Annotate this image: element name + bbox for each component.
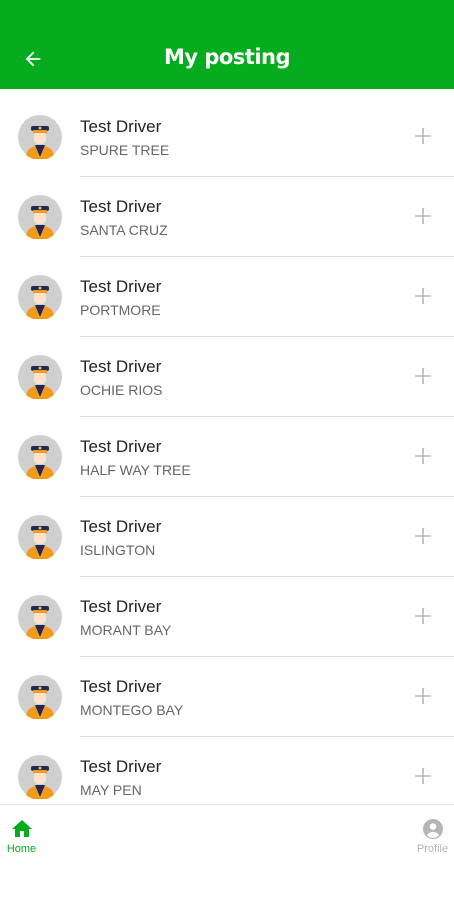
nav-profile-label: Profile: [416, 843, 449, 855]
plus-icon[interactable]: [414, 767, 432, 785]
plus-icon[interactable]: [414, 687, 432, 705]
driver-avatar-icon: [18, 355, 62, 399]
list-item[interactable]: Test Driver MONTEGO BAY: [0, 657, 454, 737]
location-label: MAY PEN: [80, 782, 142, 798]
driver-name: Test Driver: [80, 517, 162, 536]
location-label: MORANT BAY: [80, 622, 172, 638]
driver-name: Test Driver: [80, 677, 162, 696]
driver-name: Test Driver: [80, 357, 162, 376]
list-item[interactable]: Test Driver PORTMORE: [0, 257, 454, 337]
driver-avatar-icon: [18, 435, 62, 479]
driver-avatar-icon: [18, 275, 62, 319]
account-circle-icon: [422, 819, 443, 839]
location-label: HALF WAY TREE: [80, 462, 191, 478]
plus-icon[interactable]: [414, 127, 432, 145]
plus-icon[interactable]: [414, 527, 432, 545]
driver-avatar-icon: [18, 755, 62, 799]
plus-icon[interactable]: [414, 367, 432, 385]
list-item[interactable]: Test Driver MORANT BAY: [0, 577, 454, 657]
plus-icon[interactable]: [414, 607, 432, 625]
driver-name: Test Driver: [80, 437, 162, 456]
location-label: OCHIE RIOS: [80, 382, 163, 398]
home-icon: [11, 820, 32, 837]
location-label: SPURE TREE: [80, 142, 170, 158]
list-item[interactable]: Test Driver HALF WAY TREE: [0, 417, 454, 497]
driver-name: Test Driver: [80, 197, 162, 216]
page-title: My posting: [163, 45, 291, 69]
location-label: ISLINGTON: [80, 542, 156, 558]
posting-list: Test Driver SPURE TREE Test Driver SANTA…: [0, 97, 454, 804]
list-item[interactable]: Test Driver SANTA CRUZ: [0, 177, 454, 257]
driver-avatar-icon: [18, 675, 62, 719]
nav-home[interactable]: Home: [0, 805, 135, 864]
app-bar: My posting: [0, 0, 454, 89]
plus-icon[interactable]: [414, 447, 432, 465]
location-label: SANTA CRUZ: [80, 222, 168, 238]
list-item[interactable]: Test Driver OCHIE RIOS: [0, 337, 454, 417]
driver-name: Test Driver: [80, 597, 162, 616]
plus-icon[interactable]: [414, 287, 432, 305]
list-item[interactable]: Test Driver ISLINGTON: [0, 497, 454, 577]
bottom-navigation: Home Profile: [0, 804, 454, 864]
location-label: PORTMORE: [80, 302, 161, 318]
plus-icon[interactable]: [414, 207, 432, 225]
driver-name: Test Driver: [80, 757, 162, 776]
list-item[interactable]: Test Driver SPURE TREE: [0, 97, 454, 177]
driver-avatar-icon: [18, 115, 62, 159]
driver-avatar-icon: [18, 595, 62, 639]
list-item[interactable]: Test Driver MAY PEN: [0, 737, 454, 804]
location-label: MONTEGO BAY: [80, 702, 184, 718]
nav-home-label: Home: [6, 843, 37, 855]
driver-avatar-icon: [18, 515, 62, 559]
nav-profile[interactable]: Profile: [319, 805, 454, 864]
driver-name: Test Driver: [80, 117, 162, 136]
driver-avatar-icon: [18, 195, 62, 239]
driver-name: Test Driver: [80, 277, 162, 296]
